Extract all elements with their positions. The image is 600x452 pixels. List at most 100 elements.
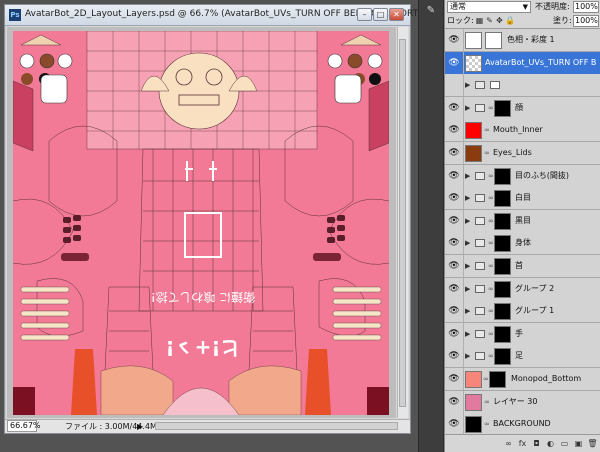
- maximize-button[interactable]: □: [373, 8, 388, 21]
- layer-thumbnail[interactable]: [465, 393, 482, 411]
- layer-row[interactable]: 👁 ∞ Mouth_Inner: [445, 119, 600, 143]
- visibility-toggle[interactable]: 👁: [445, 187, 464, 210]
- visibility-toggle[interactable]: [445, 74, 464, 97]
- layer-row[interactable]: 👁 ▶ ∞ 目のふち(間抜): [445, 164, 600, 188]
- visibility-toggle[interactable]: 👁: [445, 164, 464, 187]
- layer-row[interactable]: 👁 ▶ ∞ 黒目: [445, 209, 600, 233]
- layer-row[interactable]: 👁 ▶ ∞ グループ 1: [445, 300, 600, 324]
- visibility-toggle[interactable]: 👁: [445, 368, 464, 390]
- link-icon: ∞: [488, 216, 494, 225]
- expand-arrow-icon[interactable]: ▶: [465, 216, 470, 226]
- layer-mask-thumbnail[interactable]: [494, 280, 511, 298]
- visibility-toggle[interactable]: 👁: [445, 51, 464, 74]
- lock-all-icon[interactable]: 🔒: [505, 15, 515, 26]
- layer-mask-thumbnail[interactable]: [485, 32, 502, 49]
- visibility-toggle[interactable]: 👁: [445, 96, 464, 119]
- lock-transparency-icon[interactable]: ▦: [475, 15, 484, 26]
- eye-dark-part-4: [369, 73, 381, 85]
- folder-icon[interactable]: ▭: [559, 438, 570, 449]
- expand-arrow-icon[interactable]: ▶: [465, 261, 470, 271]
- layer-mask-thumbnail[interactable]: [494, 190, 511, 208]
- visibility-toggle[interactable]: 👁: [445, 345, 464, 368]
- expand-arrow-icon[interactable]: ▶: [465, 238, 470, 248]
- link-icon: ∞: [488, 329, 494, 338]
- adjustment-thumbnail[interactable]: [465, 32, 482, 49]
- layer-mask-thumbnail[interactable]: [494, 303, 511, 321]
- expand-arrow-icon[interactable]: ▶: [465, 351, 470, 361]
- layer-row[interactable]: 👁 ∞ Eyes_Lids: [445, 142, 600, 165]
- layer-name: 足: [515, 351, 523, 361]
- visibility-toggle[interactable]: 👁: [445, 413, 464, 436]
- visibility-toggle[interactable]: 👁: [445, 300, 464, 323]
- layer-row[interactable]: 👁 ▶ ∞ 顔: [445, 96, 600, 120]
- lock-move-icon[interactable]: ✥: [495, 15, 504, 26]
- layer-row[interactable]: 👁 色相・彩度 1: [445, 29, 600, 52]
- layer-thumbnail[interactable]: [465, 371, 482, 388]
- expand-arrow-icon[interactable]: ▶: [465, 171, 470, 181]
- monopod-part-left: [40, 74, 68, 104]
- vertical-scrollbar[interactable]: [397, 27, 408, 418]
- layer-thumbnail[interactable]: [465, 145, 482, 162]
- layer-row[interactable]: ▶: [445, 74, 600, 98]
- layer-mask-thumbnail[interactable]: [494, 348, 511, 366]
- document-window[interactable]: Ps AvatarBot_2D_Layout_Layers.psd @ 66.7…: [4, 4, 463, 434]
- minimize-button[interactable]: –: [357, 8, 372, 21]
- vertical-scroll-thumb[interactable]: [399, 39, 406, 407]
- layer-list[interactable]: 👁 色相・彩度 1 👁 AvatarBot_UVs_TURN OFF BEFO... ▶…: [445, 28, 600, 436]
- link-icon[interactable]: ∞: [503, 438, 514, 449]
- visibility-toggle[interactable]: 👁: [445, 119, 464, 142]
- layer-row[interactable]: 👁 AvatarBot_UVs_TURN OFF BEFO...: [445, 51, 600, 75]
- mask-icon[interactable]: ◘: [531, 438, 542, 449]
- lock-paint-icon[interactable]: ✎: [485, 15, 494, 26]
- layer-row[interactable]: 👁 ∞ レイヤー 30: [445, 390, 600, 414]
- visibility-toggle[interactable]: 👁: [445, 322, 464, 345]
- fx-icon[interactable]: fx: [517, 438, 528, 449]
- expand-arrow-icon[interactable]: ▶: [465, 329, 470, 339]
- layer-mask-thumbnail[interactable]: [494, 258, 511, 275]
- horizontal-scrollbar[interactable]: [155, 422, 398, 430]
- expand-arrow-icon[interactable]: ▶: [465, 193, 470, 203]
- layer-row[interactable]: 👁 ▶ ∞ 白目: [445, 187, 600, 211]
- expand-arrow-icon[interactable]: ▶: [465, 284, 470, 294]
- layer-row[interactable]: 👁 ▶ ∞ 手: [445, 322, 600, 346]
- layer-mask-thumbnail[interactable]: [494, 325, 511, 343]
- expand-arrow-icon[interactable]: ▶: [465, 103, 470, 113]
- new-layer-icon[interactable]: ▣: [573, 438, 584, 449]
- layer-row[interactable]: 👁 ▶ ∞ グループ 2: [445, 277, 600, 301]
- visibility-toggle[interactable]: 👁: [445, 29, 464, 51]
- status-menu-arrow[interactable]: ▶: [137, 420, 143, 433]
- zoom-field[interactable]: 66.67%: [7, 420, 41, 432]
- document-titlebar[interactable]: Ps AvatarBot_2D_Layout_Layers.psd @ 66.7…: [5, 5, 463, 26]
- layer-thumbnail[interactable]: [465, 416, 482, 434]
- canvas-area[interactable]: 衛鐘に 喰わして捻! ヒ!+ゝ!: [7, 27, 396, 418]
- layer-thumbnail[interactable]: [465, 54, 482, 72]
- expand-arrow-icon[interactable]: ▶: [465, 306, 470, 316]
- opacity-field[interactable]: 100%: [573, 1, 599, 13]
- visibility-toggle[interactable]: 👁: [445, 142, 464, 164]
- adjustment-icon[interactable]: ◐: [545, 438, 556, 449]
- expand-arrow-icon[interactable]: ▶: [465, 80, 470, 90]
- trash-icon[interactable]: 🗑: [587, 438, 598, 449]
- brush-icon[interactable]: ✎: [425, 5, 437, 17]
- layer-row[interactable]: 👁 ∞ BACKGROUND: [445, 413, 600, 436]
- layer-mask-thumbnail[interactable]: [489, 371, 506, 388]
- layer-mask-thumbnail[interactable]: [494, 212, 511, 230]
- uv-layout-canvas[interactable]: 衛鐘に 喰わして捻! ヒ!+ゝ!: [13, 31, 389, 415]
- layer-name: 手: [515, 328, 523, 338]
- visibility-toggle[interactable]: 👁: [445, 209, 464, 232]
- layer-mask-thumbnail[interactable]: [494, 235, 511, 253]
- layer-row[interactable]: 👁 ▶ ∞ 足: [445, 345, 600, 369]
- visibility-toggle[interactable]: 👁: [445, 232, 464, 255]
- visibility-toggle[interactable]: 👁: [445, 255, 464, 277]
- layer-row[interactable]: 👁 ▶ ∞ 首: [445, 255, 600, 278]
- layer-row[interactable]: 👁 ▶ ∞ 身体: [445, 232, 600, 256]
- layer-mask-thumbnail[interactable]: [494, 99, 511, 117]
- blend-mode-select[interactable]: 通常 ▼: [447, 1, 531, 13]
- visibility-toggle[interactable]: 👁: [445, 390, 464, 413]
- layer-mask-thumbnail[interactable]: [494, 167, 511, 185]
- visibility-toggle[interactable]: 👁: [445, 277, 464, 300]
- layer-thumbnail[interactable]: [465, 122, 482, 140]
- fill-field[interactable]: 100%: [573, 15, 599, 27]
- layer-row[interactable]: 👁 ∞ Monopod_Bottom: [445, 368, 600, 391]
- close-button[interactable]: ✕: [389, 8, 404, 21]
